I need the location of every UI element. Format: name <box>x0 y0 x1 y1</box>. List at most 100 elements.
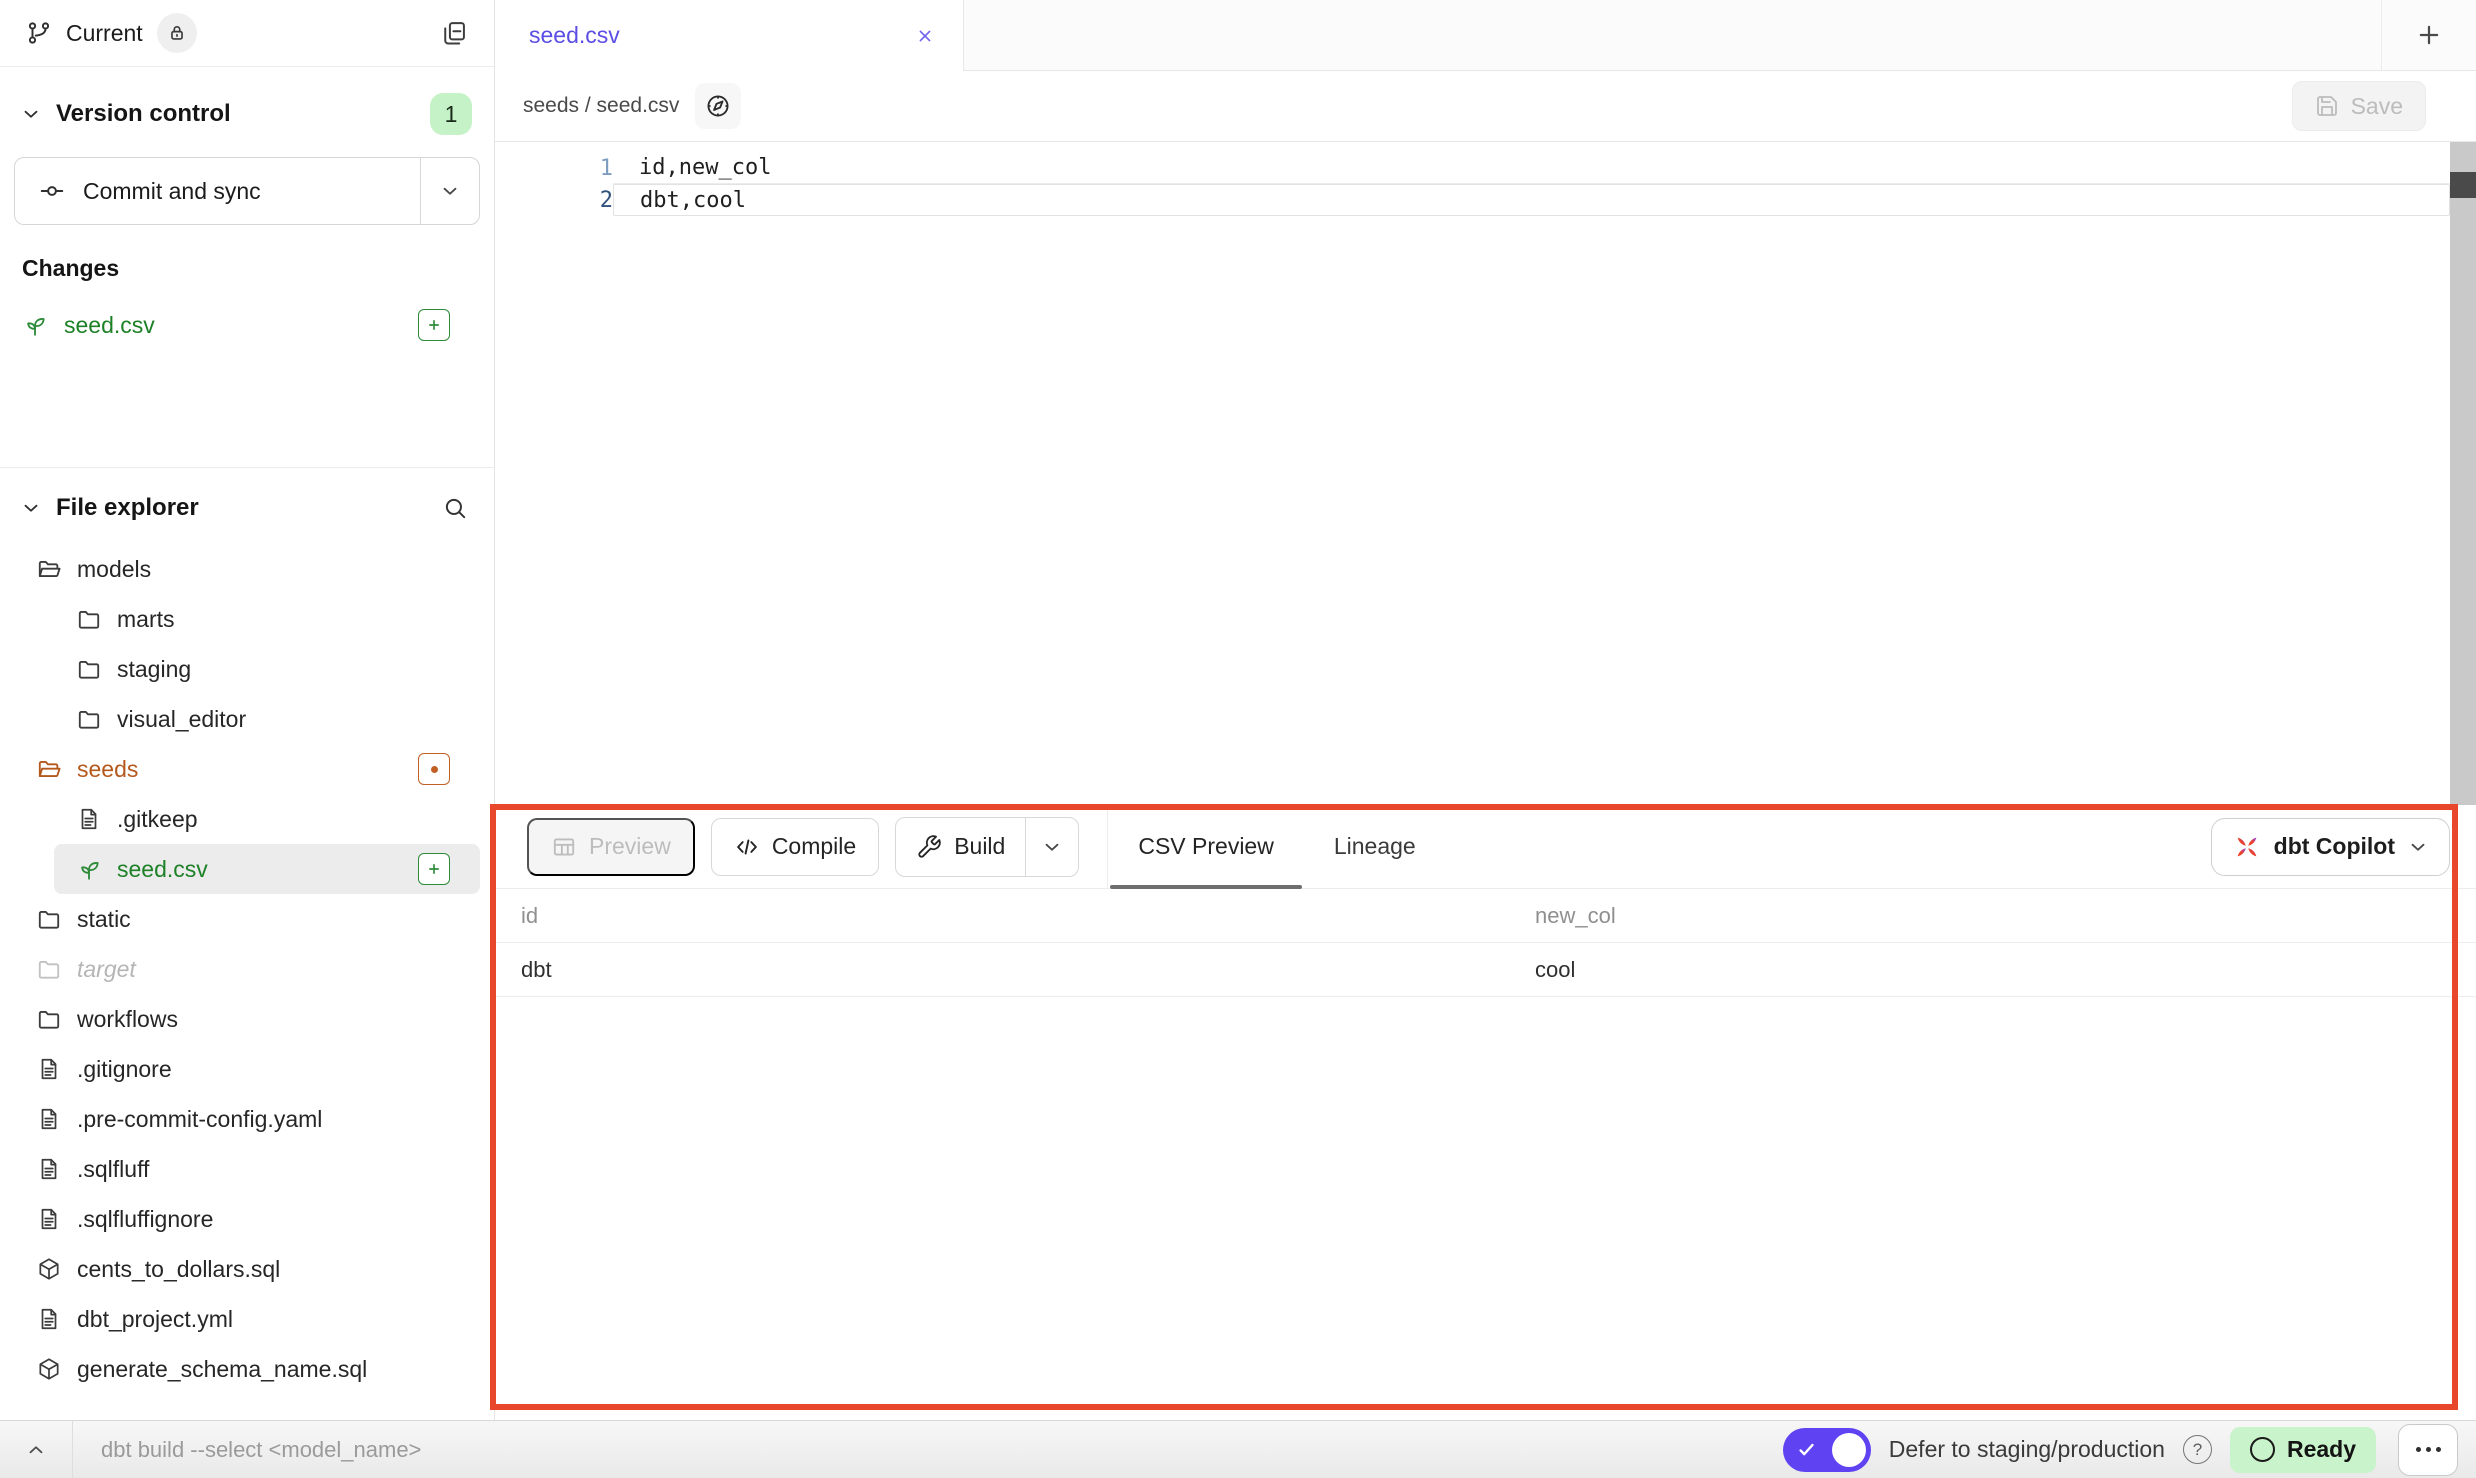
branch-lock-badge <box>157 13 197 53</box>
csv-preview-table: id new_col dbt cool <box>495 889 2476 997</box>
changes-block: Changes seed.csv <box>0 225 494 348</box>
folder-open-icon <box>36 556 62 582</box>
scrollbar-thumb[interactable] <box>2450 172 2476 198</box>
commit-and-sync-button[interactable]: Commit and sync <box>15 158 420 224</box>
tree-item-target[interactable]: target <box>14 944 480 994</box>
chevron-down-icon <box>439 180 461 202</box>
defer-toggle[interactable] <box>1783 1428 1871 1472</box>
change-item-seed-csv[interactable]: seed.csv <box>22 302 450 348</box>
tree-item-dbt-project-yml[interactable]: dbt_project.yml <box>14 1294 480 1344</box>
dbt-copilot-logo-icon <box>2232 832 2262 862</box>
tree-item-sqlfluffignore[interactable]: .sqlfluffignore <box>14 1194 480 1244</box>
tree-item-seeds[interactable]: seeds <box>14 744 480 794</box>
file-icon <box>36 1106 62 1132</box>
panel-toolbar: Preview Compile <box>495 805 2476 889</box>
ide-app: Current Version control 1 <box>0 0 2476 1420</box>
line-number: 2 <box>495 184 613 216</box>
folder-icon <box>76 656 102 682</box>
ready-status-badge[interactable]: Ready <box>2230 1427 2376 1473</box>
change-file-name: seed.csv <box>64 312 155 339</box>
duplicate-tab-icon[interactable] <box>440 19 468 47</box>
preview-label: Preview <box>589 833 671 860</box>
chevron-down-icon <box>20 497 42 519</box>
folder-open-icon <box>36 756 62 782</box>
branch-row: Current <box>0 0 494 67</box>
tree-item-generate-schema-name[interactable]: generate_schema_name.sql <box>14 1344 480 1394</box>
tree-item-label: .pre-commit-config.yaml <box>77 1106 322 1133</box>
tab-lineage[interactable]: Lineage <box>1304 805 1446 888</box>
tree-item-sqlfluff[interactable]: .sqlfluff <box>14 1144 480 1194</box>
search-icon[interactable] <box>442 495 468 521</box>
line-number: 1 <box>495 152 613 184</box>
table-header-row: id new_col <box>495 889 2476 943</box>
tree-item-label: visual_editor <box>117 706 246 733</box>
breadcrumb: seeds / seed.csv <box>523 94 679 118</box>
compile-label: Compile <box>772 833 856 860</box>
save-label: Save <box>2351 93 2403 120</box>
build-split-button: Build <box>895 817 1079 877</box>
sidebar: Current Version control 1 <box>0 0 495 1420</box>
version-control-header[interactable]: Version control 1 <box>0 67 494 149</box>
table-row[interactable]: dbt cool <box>495 943 2476 997</box>
command-input[interactable] <box>73 1436 803 1464</box>
copilot-label: dbt Copilot <box>2274 833 2395 860</box>
tree-item-marts[interactable]: marts <box>54 594 480 644</box>
tree-item-label: .gitkeep <box>117 806 198 833</box>
file-explorer-section: File explorer models <box>0 468 494 1420</box>
tree-item-staging[interactable]: staging <box>54 644 480 694</box>
save-floppy-icon <box>2315 94 2339 118</box>
dbt-copilot-button[interactable]: dbt Copilot <box>2211 818 2450 876</box>
tree-item-label: static <box>77 906 131 933</box>
build-options-button[interactable] <box>1025 818 1078 876</box>
tab-csv-preview[interactable]: CSV Preview <box>1108 805 1303 888</box>
code-editor[interactable]: 1 id,new_col 2 dbt,cool <box>495 142 2476 805</box>
tree-item-label: generate_schema_name.sql <box>77 1356 367 1383</box>
tree-item-models[interactable]: models <box>14 544 480 594</box>
build-button[interactable]: Build <box>896 818 1025 876</box>
tab-seed-csv[interactable]: seed.csv <box>495 0 964 71</box>
command-bar-expand-button[interactable] <box>0 1421 73 1478</box>
tree-item-gitignore[interactable]: .gitignore <box>14 1044 480 1094</box>
help-icon[interactable]: ? <box>2183 1435 2212 1464</box>
version-control-section: Version control 1 Commit and sync <box>0 67 494 468</box>
tree-item-workflows[interactable]: workflows <box>14 994 480 1044</box>
tree-item-label: target <box>77 956 136 983</box>
commit-split-button: Commit and sync <box>14 157 480 225</box>
file-explorer-header[interactable]: File explorer <box>0 468 494 530</box>
commit-options-button[interactable] <box>420 158 479 224</box>
close-icon[interactable] <box>915 26 935 46</box>
modified-folder-indicator-icon <box>418 753 450 785</box>
tree-item-seed-csv[interactable]: seed.csv <box>54 844 480 894</box>
breadcrumb-row: seeds / seed.csv Save <box>495 71 2476 142</box>
tree-item-visual-editor[interactable]: visual_editor <box>54 694 480 744</box>
stage-add-icon[interactable] <box>418 309 450 341</box>
folder-icon <box>76 606 102 632</box>
git-branch-icon <box>26 20 52 46</box>
compass-chip[interactable] <box>695 83 741 129</box>
build-label: Build <box>954 833 1005 860</box>
tree-item-pre-commit-config[interactable]: .pre-commit-config.yaml <box>14 1094 480 1144</box>
column-header-new-col: new_col <box>1535 889 2476 943</box>
preview-button[interactable]: Preview <box>527 818 695 876</box>
file-icon <box>36 1306 62 1332</box>
tree-item-gitkeep[interactable]: .gitkeep <box>54 794 480 844</box>
branch-name[interactable]: Current <box>66 20 143 47</box>
results-panel: Preview Compile <box>495 805 2476 1420</box>
editor-tabbar: seed.csv <box>495 0 2476 71</box>
model-cube-icon <box>36 1356 62 1382</box>
file-explorer-title: File explorer <box>56 494 199 522</box>
tree-item-static[interactable]: static <box>14 894 480 944</box>
toggle-knob <box>1832 1433 1866 1467</box>
save-button[interactable]: Save <box>2292 81 2426 131</box>
chevron-down-icon <box>20 103 42 125</box>
compile-button[interactable]: Compile <box>711 818 879 876</box>
tree-item-label: staging <box>117 656 191 683</box>
editor-scrollbar[interactable] <box>2450 142 2476 805</box>
tree-item-cents-to-dollars[interactable]: cents_to_dollars.sql <box>14 1244 480 1294</box>
new-tab-plus-icon[interactable] <box>2414 20 2444 50</box>
more-options-button[interactable] <box>2398 1424 2458 1476</box>
stage-add-icon[interactable] <box>418 853 450 885</box>
panel-tab-label: CSV Preview <box>1138 833 1273 860</box>
chevron-down-icon <box>1041 836 1063 858</box>
ellipsis-icon <box>2416 1447 2421 1452</box>
